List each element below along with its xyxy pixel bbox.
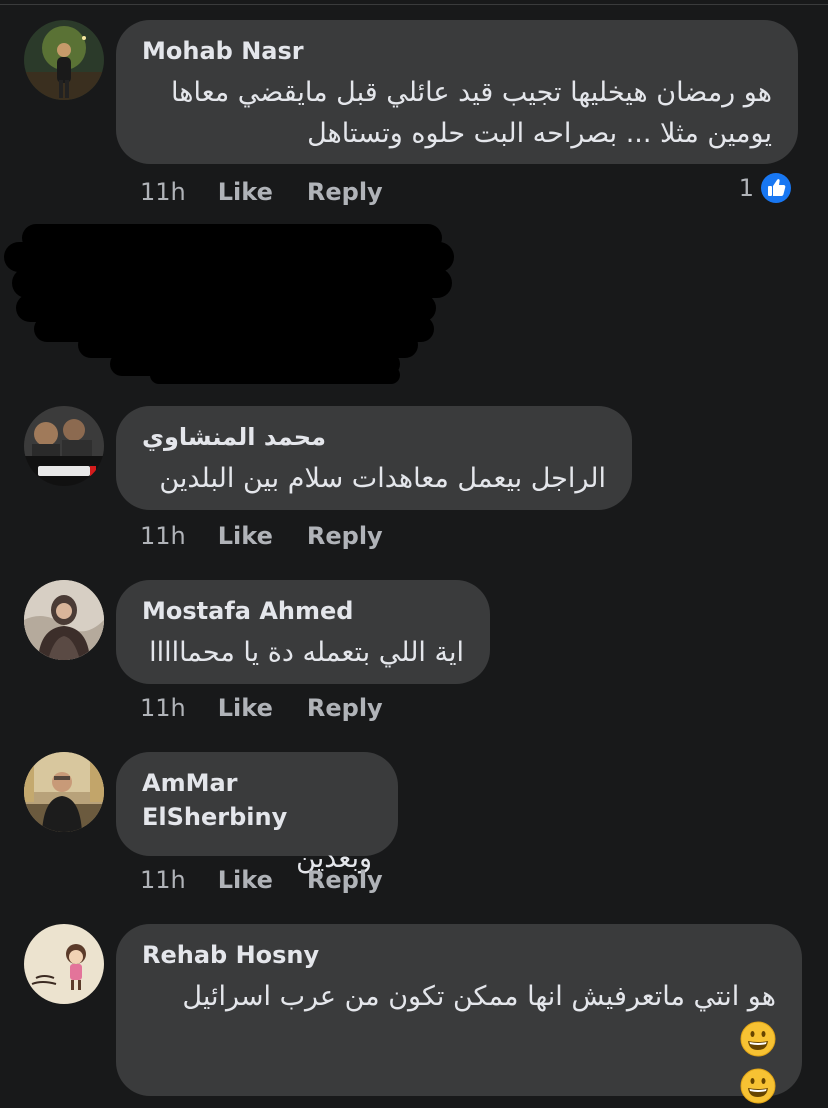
comment-text: هو انتي ماتعرفيش انها ممكن تكون من عرب ا… xyxy=(142,976,776,1058)
reply-button[interactable]: Reply xyxy=(307,178,383,206)
comment-author[interactable]: Mostafa Ahmed xyxy=(142,594,464,628)
comment-item: Rehab Hosny هو انتي ماتعرفيش انها ممكن ت… xyxy=(24,924,814,1104)
comment-actions: 11h Like Reply xyxy=(140,174,383,210)
avatar-photo xyxy=(24,924,104,1004)
avatar-photo xyxy=(24,752,104,832)
comment-item: AmMar ElSherbiny وبعدين 11h Like Reply xyxy=(24,752,814,902)
avatar[interactable] xyxy=(24,752,104,832)
reaction-summary[interactable]: 1 xyxy=(739,172,792,204)
avatar-photo xyxy=(24,406,104,486)
comment-actions: 11h Like Reply xyxy=(140,518,383,554)
like-reaction-icon xyxy=(760,172,792,204)
reply-button[interactable]: Reply xyxy=(307,866,383,894)
avatar-photo xyxy=(24,580,104,660)
comment-actions: 11h Like Reply xyxy=(140,690,383,726)
like-button[interactable]: Like xyxy=(218,866,273,894)
comment-text-line: هو رمضان هيخليها تجيب قيد عائلي قبل مايق… xyxy=(171,77,772,108)
comment-author[interactable]: AmMar ElSherbiny xyxy=(142,766,372,834)
comment-text: هو رمضان هيخليها تجيب قيد عائلي قبل مايق… xyxy=(142,72,772,154)
reaction-count: 1 xyxy=(738,174,754,202)
emoji-line xyxy=(142,1068,776,1108)
comment-bubble: AmMar ElSherbiny وبعدين xyxy=(116,752,398,874)
reply-button[interactable]: Reply xyxy=(307,522,383,550)
avatar[interactable] xyxy=(24,580,104,660)
avatar[interactable] xyxy=(24,20,104,100)
comment-text: اية اللي بتعمله دة يا محمااااا xyxy=(142,632,464,673)
comment-author[interactable]: Mohab Nasr xyxy=(142,34,772,68)
comment-text-line: هو انتي ماتعرفيش انها ممكن تكون من عرب ا… xyxy=(142,976,776,1058)
comment-bubble: محمد المنشاوي الراجل بيعمل معاهدات سلام … xyxy=(116,406,632,510)
redaction-blackout xyxy=(4,224,454,384)
comment-item: محمد المنشاوي الراجل بيعمل معاهدات سلام … xyxy=(24,406,814,556)
comment-timestamp[interactable]: 11h xyxy=(140,178,186,206)
comment-text-line: الراجل بيعمل معاهدات سلام بين البلدين xyxy=(159,463,606,494)
comment-actions: 11h Like Reply xyxy=(140,862,383,898)
comment-timestamp[interactable]: 11h xyxy=(140,522,186,550)
comment-text-line: يومين مثلا ... بصراحه البت حلوه وتستاهل xyxy=(307,118,772,149)
comment-text-line: اية اللي بتعمله دة يا محمااااا xyxy=(149,637,464,668)
comment-text-span: هو انتي ماتعرفيش انها ممكن تكون من عرب ا… xyxy=(182,981,776,1012)
avatar-photo xyxy=(24,20,104,100)
comment-text: الراجل بيعمل معاهدات سلام بين البلدين xyxy=(142,458,606,499)
like-button[interactable]: Like xyxy=(218,522,273,550)
comment-item: Mohab Nasr هو رمضان هيخليها تجيب قيد عائ… xyxy=(24,20,814,220)
comment-bubble: Mohab Nasr هو رمضان هيخليها تجيب قيد عائ… xyxy=(116,20,798,164)
reply-button[interactable]: Reply xyxy=(307,694,383,722)
avatar[interactable] xyxy=(24,924,104,1004)
comment-author[interactable]: Rehab Hosny xyxy=(142,938,776,972)
like-button[interactable]: Like xyxy=(218,178,273,206)
top-divider xyxy=(0,4,828,5)
grinning-face-emoji-icon xyxy=(740,1068,776,1104)
comment-bubble: Rehab Hosny هو انتي ماتعرفيش انها ممكن ت… xyxy=(116,924,802,1104)
comment-author[interactable]: محمد المنشاوي xyxy=(142,420,606,454)
like-button[interactable]: Like xyxy=(218,694,273,722)
grinning-face-emoji-icon xyxy=(740,1021,776,1057)
comment-timestamp[interactable]: 11h xyxy=(140,866,186,894)
comment-bubble: Mostafa Ahmed اية اللي بتعمله دة يا محما… xyxy=(116,580,490,684)
comment-timestamp[interactable]: 11h xyxy=(140,694,186,722)
comment-item: Mostafa Ahmed اية اللي بتعمله دة يا محما… xyxy=(24,580,814,730)
avatar[interactable] xyxy=(24,406,104,486)
